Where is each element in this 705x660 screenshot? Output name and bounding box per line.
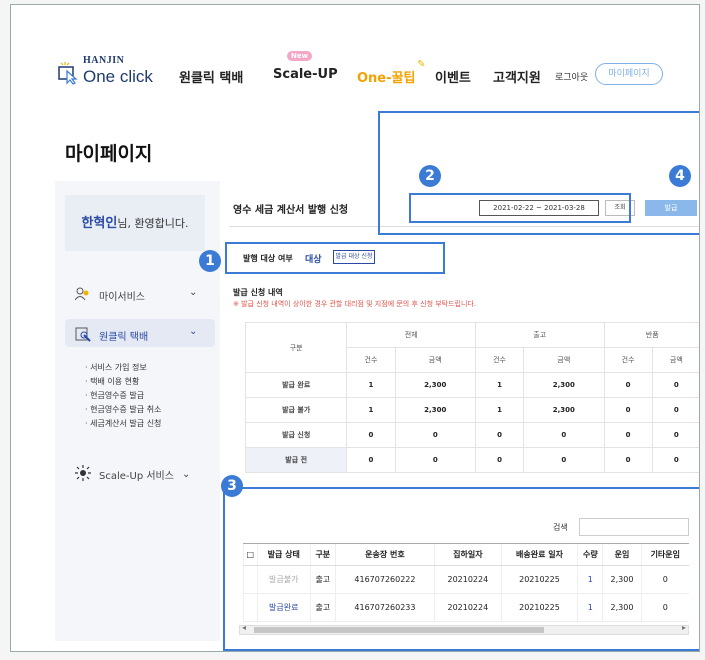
summary-table: 구분 전체 출고 반품 건수 금액 건수 금액 건수 금액 발급 완료 1 2,…: [244, 322, 699, 473]
table-row: 발급 완료 1 2,300 1 2,300 0 0: [244, 372, 699, 398]
summary-group-header: 전체: [346, 322, 476, 348]
cell: 0: [346, 422, 396, 448]
section-title: 영수 세금 계산서 발행 신청: [233, 205, 349, 216]
cell: 2,300: [523, 397, 605, 423]
marker-4: 4: [669, 165, 691, 187]
logout-link[interactable]: 로그아웃: [555, 70, 588, 83]
welcome-box: 한혁인님, 환영합니다.: [65, 195, 205, 251]
subitem-label: 서비스 가입 정보: [90, 363, 147, 372]
sun-icon: [75, 465, 91, 484]
sidebar-item-scale-up[interactable]: Scale-Up 서비스 ⌄: [75, 465, 190, 484]
welcome-name: 한혁인: [81, 216, 118, 231]
row-label: 발급 전: [244, 447, 348, 473]
sidebar-subitem-cash-receipt[interactable]: · 현금영수증 발급: [85, 389, 161, 403]
cell: 0: [603, 447, 653, 473]
nav-scale-up[interactable]: New Scale-UP: [273, 51, 338, 82]
summary-sub-header: 금액: [523, 347, 605, 373]
mypage-button[interactable]: 마이페이지: [595, 63, 663, 85]
summary-sub-header: 금액: [394, 347, 476, 373]
row-label: 발급 완료: [244, 372, 348, 398]
marker-1: 1: [199, 250, 221, 272]
summary-sub-header: 건수: [346, 347, 396, 373]
cell: 0: [651, 397, 699, 423]
cell: 0: [651, 372, 699, 398]
marker-2: 2: [419, 165, 441, 187]
subitem-label: 현금영수증 발급: [90, 391, 145, 400]
sidebar-sub-list: · 서비스 가입 정보 · 택배 이용 현황 · 현금영수증 발급 · 현금영수…: [85, 361, 161, 431]
logo[interactable]: HANJIN One click: [57, 55, 167, 95]
cell: 2,300: [394, 397, 476, 423]
logo-cursor-icon: [58, 62, 78, 85]
subitem-label: 택배 이용 현황: [90, 377, 140, 386]
sidebar: 한혁인님, 환영합니다. 마이서비스 ⌄ 원클릭 택배 ⌄ · 서비스 가입 정…: [55, 181, 220, 641]
sidebar-item-label: 원클릭 택배: [99, 332, 149, 343]
chevron-down-icon: ⌄: [189, 287, 198, 298]
sparkle-icon: ✎: [417, 59, 426, 70]
table-row: 발급 전 0 0 0 0 0 0: [244, 447, 699, 473]
site-header: HANJIN One click 원클릭 택배 New Scale-UP One…: [11, 5, 699, 115]
new-badge: New: [287, 51, 313, 61]
cell: 2,300: [394, 372, 476, 398]
page-title: 마이페이지: [65, 143, 153, 165]
cell: 0: [603, 397, 653, 423]
cell: 1: [346, 397, 396, 423]
summary-sub-header: 건수: [474, 347, 525, 373]
cell: 1: [474, 397, 525, 423]
history-title: 발급 신청 내역: [233, 288, 283, 297]
nav-one-tip[interactable]: One-꿀팁 ✎: [357, 59, 425, 86]
chevron-down-icon: ⌄: [189, 326, 198, 337]
sidebar-subitem-usage[interactable]: · 택배 이용 현황: [85, 375, 161, 389]
nav-oneclick-parcel[interactable]: 원클릭 택배: [179, 67, 243, 86]
sidebar-item-my-service[interactable]: 마이서비스: [74, 287, 145, 304]
cell: 0: [523, 422, 605, 448]
welcome-text: 님, 환영합니다.: [117, 217, 189, 230]
nav-customer-support[interactable]: 고객지원: [493, 67, 541, 86]
logo-product: One click: [83, 67, 153, 86]
people-icon: [74, 287, 91, 304]
cell: 0: [603, 422, 653, 448]
cell: 1: [346, 372, 396, 398]
nav-event[interactable]: 이벤트: [435, 67, 471, 86]
cell: 0: [523, 447, 605, 473]
annotation-box-3: [223, 487, 699, 651]
summary-sub-header: 금액: [651, 347, 699, 373]
nav-scale-up-label: Scale-UP: [273, 67, 338, 82]
cell: 0: [474, 422, 525, 448]
summary-group-header: 출고: [474, 322, 605, 348]
sidebar-subitem-cash-receipt-cancel[interactable]: · 현금영수증 발급 취소: [85, 403, 161, 417]
sidebar-item-label: Scale-Up 서비스: [99, 471, 174, 482]
cell: 0: [474, 447, 525, 473]
sidebar-item-oneclick-parcel[interactable]: 원클릭 택배: [75, 326, 148, 345]
table-row: 발급 불가 1 2,300 1 2,300 0 0: [244, 397, 699, 423]
row-label: 발급 신청: [244, 422, 348, 448]
cell: 0: [394, 422, 476, 448]
cell: 2,300: [523, 372, 605, 398]
logo-brand: HANJIN: [83, 55, 125, 66]
summary-corner: 구분: [244, 322, 348, 373]
nav-one-tip-label: One-꿀팁: [357, 71, 416, 86]
row-label: 발급 불가: [244, 397, 348, 423]
cell: 0: [651, 447, 699, 473]
sidebar-subitem-tax-invoice[interactable]: · 세금계산서 발급 신청: [85, 417, 161, 431]
annotation-box-1: [225, 242, 445, 274]
sidebar-item-label: 마이서비스: [99, 292, 145, 303]
cell: 0: [346, 447, 396, 473]
table-row: 발급 신청 0 0 0 0 0 0: [244, 422, 699, 448]
cell: 0: [394, 447, 476, 473]
marker-3: 3: [221, 475, 243, 497]
summary-group-header: 반품: [603, 322, 699, 348]
summary-sub-header: 건수: [603, 347, 653, 373]
cell: 0: [651, 422, 699, 448]
sidebar-subitem-service-info[interactable]: · 서비스 가입 정보: [85, 361, 161, 375]
browser-frame: HANJIN One click 원클릭 택배 New Scale-UP One…: [10, 4, 700, 652]
history-note: ※ 발급 신청 내역이 상이한 경우 관할 대리점 및 지점에 문의 후 신청 …: [233, 300, 477, 308]
cell: 0: [603, 372, 653, 398]
cell: 1: [474, 372, 525, 398]
annotation-box-2: [409, 193, 631, 223]
subitem-label: 세금계산서 발급 신청: [90, 419, 162, 428]
parcel-icon: [75, 326, 91, 345]
subitem-label: 현금영수증 발급 취소: [90, 405, 162, 414]
chevron-down-icon: ⌄: [181, 469, 191, 480]
